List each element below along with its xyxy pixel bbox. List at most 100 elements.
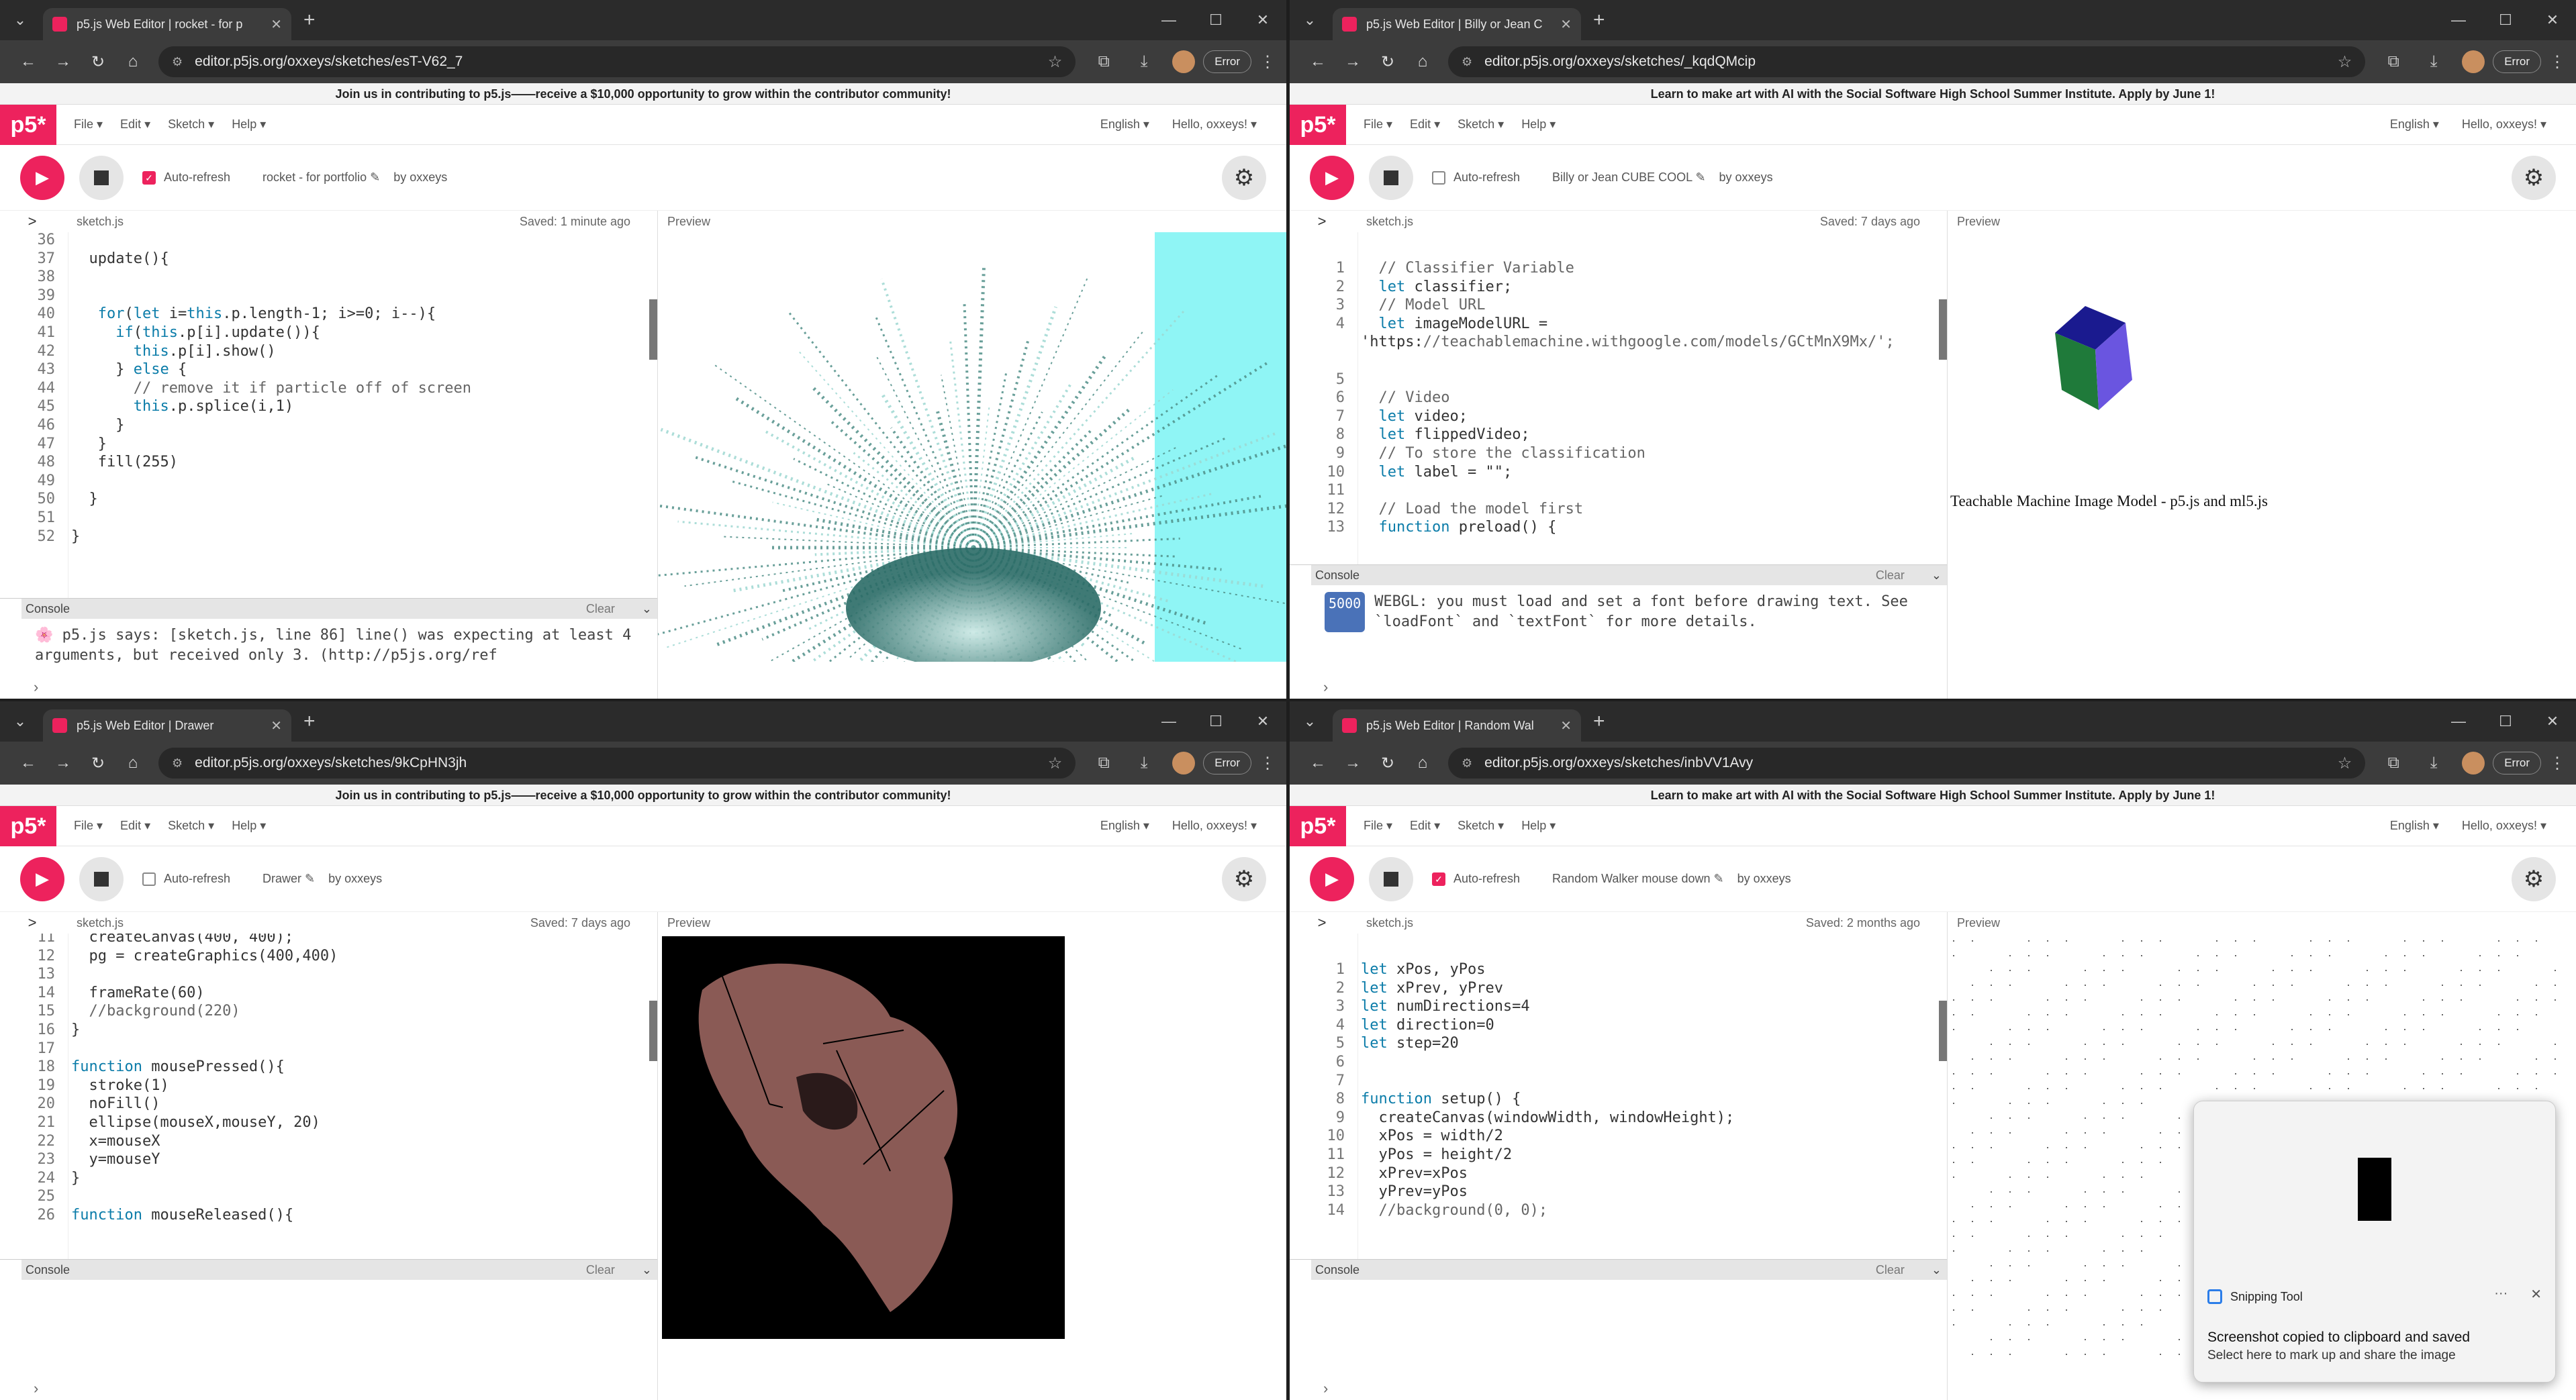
sketch-name[interactable]: Random Walker mouse down ✎ <box>1552 872 1724 886</box>
home-icon[interactable]: ⌂ <box>115 52 150 71</box>
play-button[interactable]: ▶ <box>20 856 64 901</box>
browser-tab[interactable]: p5.js Web Editor | Drawer ✕ <box>43 709 291 742</box>
console-clear-button[interactable]: Clear <box>586 602 615 616</box>
browser-tab[interactable]: p5.js Web Editor | Random Wal ✕ <box>1333 709 1581 742</box>
minimize-icon[interactable]: — <box>1145 0 1192 40</box>
user-menu[interactable]: Hello, oxxeys! ▾ <box>2462 819 2546 833</box>
more-options-icon[interactable]: ··· <box>2494 1286 2508 1303</box>
settings-gear-icon[interactable]: ⚙ <box>2512 156 2556 200</box>
new-tab-button[interactable]: + <box>1593 9 1605 32</box>
p5-logo[interactable]: p5* <box>0 104 56 145</box>
back-icon[interactable]: ← <box>1300 52 1335 71</box>
reload-icon[interactable]: ↻ <box>81 754 115 773</box>
profile-avatar[interactable] <box>1172 50 1196 73</box>
stop-button[interactable] <box>1369 856 1413 901</box>
console-prompt[interactable]: › <box>1323 679 1947 699</box>
close-tab-icon[interactable]: ✕ <box>1560 16 1572 33</box>
home-icon[interactable]: ⌂ <box>1405 754 1440 772</box>
download-icon[interactable]: ⤓ <box>2414 52 2454 71</box>
minimize-icon[interactable]: — <box>2435 701 2482 742</box>
menu-dots-icon[interactable]: ⋮ <box>1259 52 1276 72</box>
console-collapse-icon[interactable]: ⌄ <box>642 602 652 616</box>
menu-dots-icon[interactable]: ⋮ <box>2549 754 2565 773</box>
stop-button[interactable] <box>79 856 124 901</box>
auto-refresh-toggle[interactable]: Auto-refresh <box>142 872 230 886</box>
menu-edit[interactable]: Edit ▾ <box>1410 117 1440 132</box>
sketch-owner[interactable]: by oxxeys <box>1737 872 1791 886</box>
menu-edit[interactable]: Edit ▾ <box>120 819 150 833</box>
console-prompt[interactable]: › <box>1323 1380 1947 1400</box>
maximize-icon[interactable]: ☐ <box>2482 701 2529 742</box>
site-info-icon[interactable]: ⚙ <box>1462 55 1472 69</box>
error-button[interactable]: Error <box>2493 752 2541 774</box>
maximize-icon[interactable]: ☐ <box>1192 0 1239 40</box>
new-tab-button[interactable]: + <box>303 710 316 733</box>
url-field[interactable]: ⚙ editor.p5js.org/oxxeys/sketches/9kCpHN… <box>158 748 1076 779</box>
close-tab-icon[interactable]: ✕ <box>271 16 282 33</box>
profile-avatar[interactable] <box>2462 752 2485 774</box>
console-collapse-icon[interactable]: ⌄ <box>1931 568 1942 583</box>
bookmark-star-icon[interactable]: ☆ <box>2338 52 2352 72</box>
settings-gear-icon[interactable]: ⚙ <box>1222 156 1266 200</box>
auto-refresh-toggle[interactable]: Auto-refresh <box>1432 170 1520 185</box>
settings-gear-icon[interactable]: ⚙ <box>2512 857 2556 901</box>
auto-refresh-toggle[interactable]: ✓ Auto-refresh <box>142 170 230 185</box>
sketch-canvas[interactable] <box>658 232 1286 699</box>
menu-help[interactable]: Help ▾ <box>232 117 266 132</box>
sketch-name[interactable]: Billy or Jean CUBE COOL ✎ <box>1552 170 1705 185</box>
maximize-icon[interactable]: ☐ <box>1192 701 1239 742</box>
announcement-banner[interactable]: Join us in contributing to p5.js——receiv… <box>0 83 1286 105</box>
back-icon[interactable]: ← <box>11 52 46 71</box>
code-editor[interactable]: 1 let xPos, yPos 2 let xPrev, yPrev 3 let num… <box>1311 934 1947 1259</box>
url-field[interactable]: ⚙ editor.p5js.org/oxxeys/sketches/_kqdQM… <box>1448 46 2366 77</box>
console-clear-button[interactable]: Clear <box>1876 1263 1905 1277</box>
menu-help[interactable]: Help ▾ <box>1521 819 1556 833</box>
code-editor[interactable]: 1 // Classifier Variable 2 let classifier… <box>1311 232 1947 564</box>
console-prompt[interactable]: › <box>34 1380 657 1400</box>
console-collapse-icon[interactable]: ⌄ <box>642 1263 652 1277</box>
file-name[interactable]: sketch.js <box>77 215 124 229</box>
file-name[interactable]: sketch.js <box>77 916 124 930</box>
auto-refresh-checkbox[interactable] <box>142 872 156 886</box>
play-button[interactable]: ▶ <box>1310 856 1354 901</box>
menu-edit[interactable]: Edit ▾ <box>1410 819 1440 833</box>
site-info-icon[interactable]: ⚙ <box>172 55 183 69</box>
expand-sidebar-icon[interactable]: > <box>1311 914 1333 932</box>
tab-search-icon[interactable]: ⌄ <box>1295 5 1325 35</box>
tab-search-icon[interactable]: ⌄ <box>5 707 35 736</box>
console-collapse-icon[interactable]: ⌄ <box>1931 1263 1942 1277</box>
home-icon[interactable]: ⌂ <box>1405 52 1440 71</box>
minimize-icon[interactable]: — <box>1145 701 1192 742</box>
auto-refresh-checkbox[interactable]: ✓ <box>142 170 156 185</box>
close-tab-icon[interactable]: ✕ <box>271 717 282 734</box>
forward-icon[interactable]: → <box>46 754 81 772</box>
sketch-name[interactable]: Drawer ✎ <box>263 872 315 886</box>
editor-scrollbar[interactable] <box>649 299 657 360</box>
console-clear-button[interactable]: Clear <box>586 1263 615 1277</box>
play-button[interactable]: ▶ <box>1310 155 1354 200</box>
extensions-icon[interactable]: ⧉ <box>1084 52 1124 71</box>
editor-scrollbar[interactable] <box>649 1001 657 1061</box>
p5-logo[interactable]: p5* <box>1290 805 1346 846</box>
forward-icon[interactable]: → <box>1335 754 1370 772</box>
expand-sidebar-icon[interactable]: > <box>1311 213 1333 230</box>
error-button[interactable]: Error <box>2493 50 2541 73</box>
back-icon[interactable]: ← <box>1300 754 1335 772</box>
drawing-canvas[interactable] <box>662 936 1065 1339</box>
forward-icon[interactable]: → <box>1335 52 1370 71</box>
language-menu[interactable]: English ▾ <box>1100 819 1149 833</box>
reload-icon[interactable]: ↻ <box>81 52 115 72</box>
menu-sketch[interactable]: Sketch ▾ <box>1458 117 1504 132</box>
language-menu[interactable]: English ▾ <box>2390 117 2439 132</box>
maximize-icon[interactable]: ☐ <box>2482 0 2529 40</box>
language-menu[interactable]: English ▾ <box>2390 819 2439 833</box>
p5-logo[interactable]: p5* <box>1290 104 1346 145</box>
download-icon[interactable]: ⤓ <box>1124 754 1164 772</box>
menu-sketch[interactable]: Sketch ▾ <box>168 819 214 833</box>
close-tab-icon[interactable]: ✕ <box>1560 717 1572 734</box>
bookmark-star-icon[interactable]: ☆ <box>2338 754 2352 773</box>
menu-help[interactable]: Help ▾ <box>1521 117 1556 132</box>
url-field[interactable]: ⚙ editor.p5js.org/oxxeys/sketches/inbVV1… <box>1448 748 2366 779</box>
new-tab-button[interactable]: + <box>1593 710 1605 733</box>
menu-dots-icon[interactable]: ⋮ <box>2549 52 2565 72</box>
